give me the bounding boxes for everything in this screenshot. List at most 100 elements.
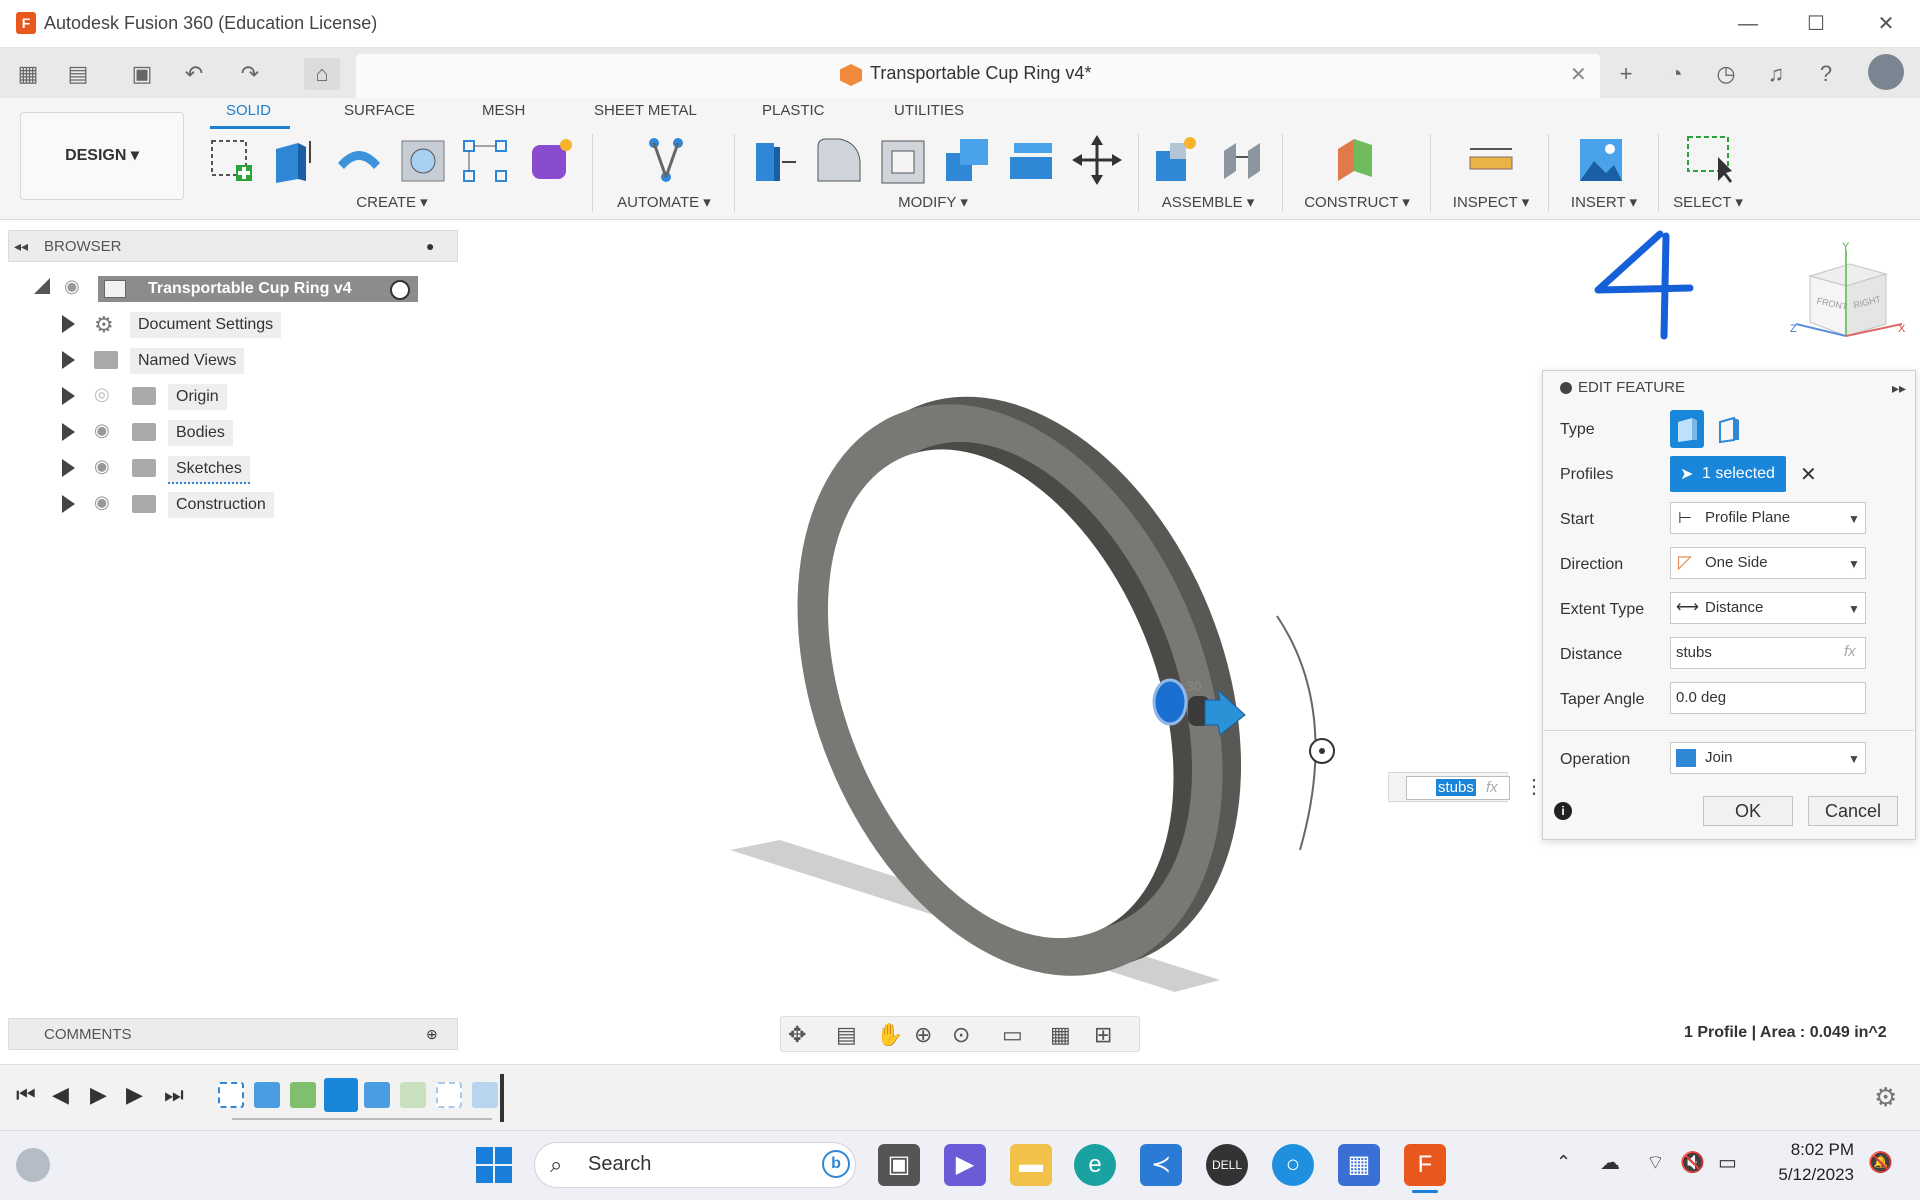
workspace-design-button[interactable]: DESIGN ▾ <box>20 112 184 200</box>
store-icon[interactable]: ▦ <box>1338 1144 1380 1186</box>
weather-icon[interactable] <box>16 1148 50 1182</box>
onedrive-cloud-icon[interactable]: ☁ <box>1600 1150 1620 1175</box>
tab-solid[interactable]: SOLID <box>226 102 271 119</box>
look-at-icon[interactable]: ▤ <box>836 1022 857 1048</box>
modify-group-label[interactable]: MODIFY ▾ <box>888 193 978 211</box>
fillet-tool[interactable] <box>814 133 864 187</box>
cortana-icon[interactable]: ○ <box>1272 1144 1314 1186</box>
activate-component-icon[interactable] <box>390 280 410 300</box>
clock-time[interactable]: 8:02 PM <box>1770 1140 1854 1160</box>
timeline-plane-item[interactable] <box>290 1082 316 1108</box>
fit-icon[interactable]: ⊙ <box>952 1022 970 1048</box>
grid-settings-icon[interactable]: ▦ <box>1050 1022 1071 1048</box>
distance-fx-icon[interactable]: fx <box>1844 643 1856 660</box>
tree-item-document-settings[interactable]: Document Settings <box>130 312 282 338</box>
file-explorer-icon[interactable]: ▬ <box>1010 1144 1052 1186</box>
visibility-eye-icon[interactable]: ◉ <box>94 456 110 477</box>
tree-item-named-views[interactable]: Named Views <box>130 348 245 374</box>
minimize-button[interactable]: — <box>1720 8 1776 40</box>
hole-tool[interactable] <box>398 133 448 187</box>
automate-tool[interactable] <box>640 133 690 187</box>
shell-tool[interactable] <box>878 133 928 187</box>
offset-face-tool[interactable] <box>1006 133 1056 187</box>
zoom-icon[interactable]: ⊕ <box>914 1022 932 1048</box>
timeline-plane-item[interactable] <box>400 1082 426 1108</box>
create-sketch-tool[interactable] <box>206 133 256 187</box>
timeline-play-icon[interactable]: ▶ <box>90 1082 107 1108</box>
profile-avatar[interactable] <box>1868 54 1904 90</box>
collapse-root-icon[interactable] <box>34 278 50 294</box>
select-tool[interactable] <box>1684 133 1734 187</box>
save-icon[interactable]: ▣ <box>124 58 160 90</box>
pattern-tool[interactable] <box>460 133 510 187</box>
volume-muted-icon[interactable]: 🔇 <box>1680 1150 1705 1175</box>
measure-tool[interactable] <box>1466 133 1516 187</box>
taskbar-search-box[interactable] <box>534 1142 856 1188</box>
teams-chat-icon[interactable]: ▶ <box>944 1144 986 1186</box>
timeline-first-icon[interactable]: ⏮ <box>16 1082 36 1108</box>
tab-utilities[interactable]: UTILITIES <box>894 102 964 119</box>
extrude-tool[interactable] <box>268 133 318 187</box>
timeline-extrude-item[interactable] <box>364 1082 390 1108</box>
timeline-last-icon[interactable]: ⏭ <box>164 1082 184 1108</box>
panel-collapse-icon[interactable] <box>1560 382 1572 394</box>
cancel-button[interactable]: Cancel <box>1808 796 1898 826</box>
automate-group-label[interactable]: AUTOMATE ▾ <box>614 193 714 211</box>
tree-item-bodies[interactable]: Bodies <box>168 420 233 446</box>
dell-icon[interactable]: DELL <box>1206 1144 1248 1186</box>
create-form-tool[interactable] <box>526 133 576 187</box>
select-group-label[interactable]: SELECT ▾ <box>1664 193 1752 211</box>
expand-construction-icon[interactable] <box>62 495 75 513</box>
app-grid-icon[interactable]: ▦ <box>10 58 46 90</box>
create-group-label[interactable]: CREATE ▾ <box>352 193 432 211</box>
help-icon[interactable]: ? <box>1808 58 1844 90</box>
combine-tool[interactable] <box>942 133 992 187</box>
move-tool[interactable] <box>1072 133 1122 187</box>
construct-group-label[interactable]: CONSTRUCT ▾ <box>1298 193 1416 211</box>
timeline-extrude-item[interactable] <box>254 1082 280 1108</box>
hidden-eye-icon[interactable]: ◎ <box>94 384 110 405</box>
view-cube[interactable]: FRONT RIGHT Y X Z <box>1790 240 1910 350</box>
revolve-tool[interactable] <box>334 133 384 187</box>
new-component-tool[interactable] <box>1150 133 1200 187</box>
bing-icon[interactable]: b <box>822 1150 850 1178</box>
task-view-icon[interactable]: ▣ <box>878 1144 920 1186</box>
wifi-icon[interactable]: ⌔ <box>1646 1150 1665 1175</box>
expand-named-views-icon[interactable] <box>62 351 75 369</box>
viewports-icon[interactable]: ⊞ <box>1094 1022 1112 1048</box>
tab-mesh[interactable]: MESH <box>482 102 525 119</box>
tree-item-construction[interactable]: Construction <box>168 492 274 518</box>
start-dropdown[interactable]: Profile Plane <box>1670 502 1866 534</box>
job-status-icon[interactable]: ◷ <box>1708 58 1744 90</box>
timeline-extrude-item[interactable] <box>472 1082 498 1108</box>
show-hidden-icons-chevron-icon[interactable]: ⌃ <box>1556 1152 1571 1173</box>
panel-expand-icon[interactable]: ▸▸ <box>1892 380 1906 397</box>
undo-icon[interactable]: ↶ <box>176 58 212 90</box>
visibility-eye-icon[interactable]: ◉ <box>94 492 110 513</box>
visibility-eye-icon[interactable]: ◉ <box>94 420 110 441</box>
collapse-browser-icon[interactable]: ◂◂ <box>14 238 28 255</box>
expand-origin-icon[interactable] <box>62 387 75 405</box>
model-viewport[interactable] <box>700 330 1400 1010</box>
tab-surface[interactable]: SURFACE <box>344 102 415 119</box>
close-window-button[interactable]: ✕ <box>1858 8 1914 40</box>
info-icon[interactable]: i <box>1554 802 1572 820</box>
tree-item-sketches[interactable]: Sketches <box>168 456 250 484</box>
clear-selection-icon[interactable]: ✕ <box>1800 462 1817 487</box>
inspect-group-label[interactable]: INSPECT ▾ <box>1446 193 1536 211</box>
tab-sheet-metal[interactable]: SHEET METAL <box>594 102 697 119</box>
inline-fx-icon[interactable]: fx <box>1486 779 1498 796</box>
type-solid-button[interactable] <box>1670 410 1704 448</box>
insert-canvas-tool[interactable] <box>1576 133 1626 187</box>
joint-tool[interactable] <box>1218 133 1268 187</box>
expand-document-settings-icon[interactable] <box>62 315 75 333</box>
browser-minimize-icon[interactable]: ● <box>426 238 434 254</box>
offset-plane-tool[interactable] <box>1332 133 1382 187</box>
inline-more-icon[interactable]: ⋮ <box>1524 774 1544 799</box>
windows-start-icon[interactable] <box>476 1147 512 1188</box>
extensions-icon[interactable]: ◔ <box>1658 58 1694 90</box>
notification-bell-icon[interactable]: 🔕 <box>1868 1150 1893 1175</box>
pan-icon[interactable]: ✋ <box>876 1022 903 1048</box>
tree-item-origin[interactable]: Origin <box>168 384 227 410</box>
fusion-taskbar-icon[interactable]: F <box>1404 1144 1446 1186</box>
